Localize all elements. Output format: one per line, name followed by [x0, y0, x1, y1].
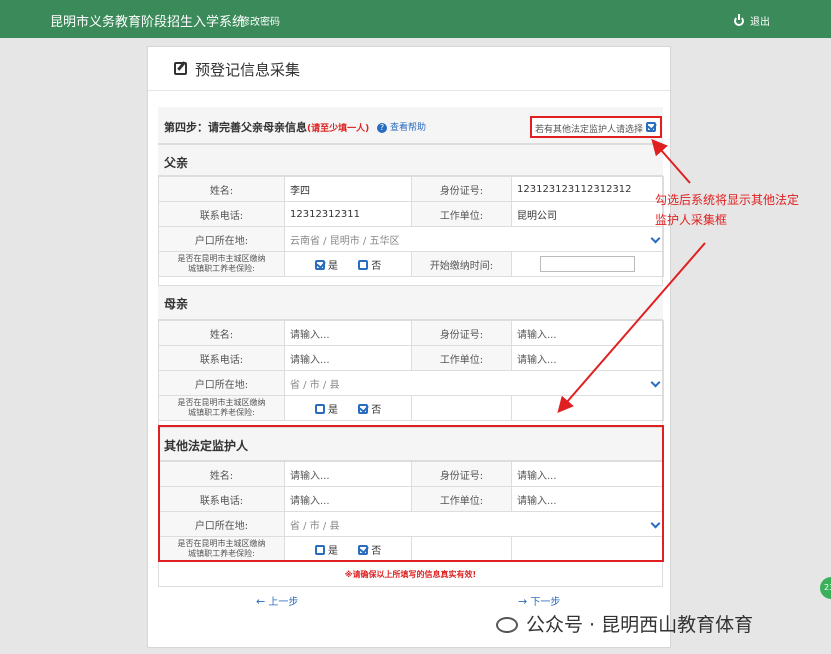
- father-form-table: 姓名: 李四 身份证号: 123123123112312312 联系电话: 12…: [158, 176, 664, 277]
- annotation-line2: 监护人采集框: [655, 213, 728, 227]
- mother-phone-input[interactable]: 请输入...: [284, 345, 412, 371]
- prev-step-label: 上一步: [268, 597, 299, 608]
- next-step-label: 下一步: [530, 597, 561, 608]
- mother-section-title: 母亲: [164, 297, 189, 311]
- father-insured-yes[interactable]: 是: [314, 257, 338, 272]
- watermark-text: 公众号 · 昆明西山教育体育: [526, 614, 754, 636]
- change-password-link[interactable]: 修改密码: [240, 13, 280, 28]
- no-label: 否: [371, 260, 382, 272]
- mother-hukou-placeholder: 省 / 市 / 县: [290, 379, 340, 391]
- table-row: 姓名: 李四 身份证号: 123123123112312312: [158, 176, 664, 202]
- yes-label: 是: [328, 404, 338, 416]
- mother-id-label: 身份证号:: [411, 320, 512, 346]
- arrow-left-icon: ←: [256, 595, 266, 608]
- logout-label: 退出: [750, 17, 770, 28]
- step-title: 第四步：请完善父亲母亲信息(请至少填一人): [164, 119, 369, 135]
- father-hukou-select[interactable]: 云南省 / 昆明市 / 五华区: [284, 226, 664, 252]
- other-guardian-option-label: 若有其他法定监护人请选择: [535, 125, 644, 135]
- mother-section-header: [158, 285, 663, 320]
- insurance-label-line2: 城镇职工养老保险:: [188, 408, 255, 417]
- next-step-button[interactable]: → 下一步: [518, 593, 560, 608]
- app-title: 昆明市义务教育阶段招生入学系统: [50, 15, 246, 30]
- checkbox-empty-icon: [358, 259, 368, 270]
- table-row: 户口所在地: 省 / 市 / 县: [158, 370, 664, 396]
- yes-label: 是: [328, 260, 338, 272]
- mother-workplace-label: 工作单位:: [411, 345, 512, 371]
- checkbox-checked-icon: [314, 259, 325, 270]
- power-icon: [734, 14, 744, 26]
- chevron-down-icon: [650, 377, 661, 388]
- table-row: 户口所在地: 云南省 / 昆明市 / 五华区: [158, 226, 664, 252]
- no-label: 否: [371, 404, 382, 416]
- step-title-text: 第四步：请完善父亲母亲信息: [164, 121, 307, 134]
- empty-cell: [411, 395, 512, 421]
- father-name-input[interactable]: 李四: [284, 176, 412, 202]
- logout-button[interactable]: 退出: [734, 13, 770, 28]
- mother-hukou-select[interactable]: 省 / 市 / 县: [284, 370, 664, 396]
- father-workplace-label: 工作单位:: [411, 201, 512, 227]
- wechat-watermark: 公众号 · 昆明西山教育体育: [496, 610, 753, 637]
- father-insured-no[interactable]: 否: [358, 257, 381, 272]
- other-guardian-option[interactable]: 若有其他法定监护人请选择: [530, 116, 662, 138]
- mother-insured-yes[interactable]: 是: [314, 401, 338, 416]
- insurance-label-line2: 城镇职工养老保险:: [188, 264, 255, 273]
- father-start-time-input[interactable]: [540, 256, 635, 272]
- insurance-label-line1: 是否在昆明市主城区缴纳: [177, 398, 266, 407]
- father-start-time-label: 开始缴纳时间:: [411, 251, 512, 277]
- checkbox-empty-icon: [314, 403, 325, 414]
- father-hukou-value: 云南省 / 昆明市 / 五华区: [290, 235, 400, 247]
- wechat-icon: [496, 617, 518, 633]
- father-insurance-label: 是否在昆明市主城区缴纳 城镇职工养老保险:: [158, 251, 285, 277]
- father-phone-label: 联系电话:: [158, 201, 285, 227]
- father-start-time-cell: [511, 251, 664, 277]
- father-section-header: [158, 144, 663, 176]
- help-label: 查看帮助: [390, 123, 427, 133]
- help-link[interactable]: ? 查看帮助: [377, 120, 426, 133]
- father-id-input[interactable]: 123123123112312312: [511, 176, 664, 202]
- father-phone-input[interactable]: 12312312311: [284, 201, 412, 227]
- mother-id-input[interactable]: 请输入...: [511, 320, 664, 346]
- other-guardian-checkbox[interactable]: [646, 122, 656, 132]
- mother-name-input[interactable]: 请输入...: [284, 320, 412, 346]
- mother-name-label: 姓名:: [158, 320, 285, 346]
- truthfulness-notice: ※请确保以上所填写的信息真实有效!: [344, 570, 477, 579]
- panel-header: 预登记信息采集: [148, 47, 670, 91]
- father-hukou-label: 户口所在地:: [158, 226, 285, 252]
- annotation-line1: 勾选后系统将显示其他法定: [655, 193, 800, 207]
- top-navbar: 昆明市义务教育阶段招生入学系统 修改密码 退出: [0, 0, 831, 38]
- page-title: 预登记信息采集: [195, 61, 301, 79]
- father-section-title: 父亲: [164, 156, 189, 170]
- table-row: 联系电话: 请输入... 工作单位: 请输入...: [158, 345, 664, 371]
- floating-badge[interactable]: 23: [820, 577, 831, 599]
- checkbox-checked-icon: [358, 403, 368, 414]
- empty-cell: [511, 395, 664, 421]
- arrow-right-icon: →: [518, 595, 528, 608]
- chevron-down-icon: [650, 233, 661, 244]
- mother-workplace-input[interactable]: 请输入...: [511, 345, 664, 371]
- father-id-label: 身份证号:: [411, 176, 512, 202]
- mother-phone-label: 联系电话:: [158, 345, 285, 371]
- insurance-label-line1: 是否在昆明市主城区缴纳: [177, 254, 266, 263]
- mother-hukou-label: 户口所在地:: [158, 370, 285, 396]
- mother-form-table: 姓名: 请输入... 身份证号: 请输入... 联系电话: 请输入... 工作单…: [158, 320, 664, 421]
- required-note: (请至少填一人): [307, 124, 370, 134]
- edit-icon: [174, 62, 187, 75]
- table-row: 是否在昆明市主城区缴纳 城镇职工养老保险: 是 否 开始缴纳时间:: [158, 251, 664, 277]
- mother-insurance-label: 是否在昆明市主城区缴纳 城镇职工养老保险:: [158, 395, 285, 421]
- mother-insurance-options: 是 否: [284, 395, 412, 421]
- question-icon: ?: [377, 123, 387, 133]
- table-row: 姓名: 请输入... 身份证号: 请输入...: [158, 320, 664, 346]
- mother-insured-no[interactable]: 否: [358, 401, 381, 416]
- annotation-text: 勾选后系统将显示其他法定 监护人采集框: [655, 190, 799, 230]
- table-row: 联系电话: 12312312311 工作单位: 昆明公司: [158, 201, 664, 227]
- table-row: 是否在昆明市主城区缴纳 城镇职工养老保险: 是 否: [158, 395, 664, 421]
- father-insurance-options: 是 否: [284, 251, 412, 277]
- father-workplace-input[interactable]: 昆明公司: [511, 201, 664, 227]
- prev-step-button[interactable]: ← 上一步: [256, 593, 298, 608]
- father-name-label: 姓名:: [158, 176, 285, 202]
- guardian-highlight-box: [158, 425, 664, 562]
